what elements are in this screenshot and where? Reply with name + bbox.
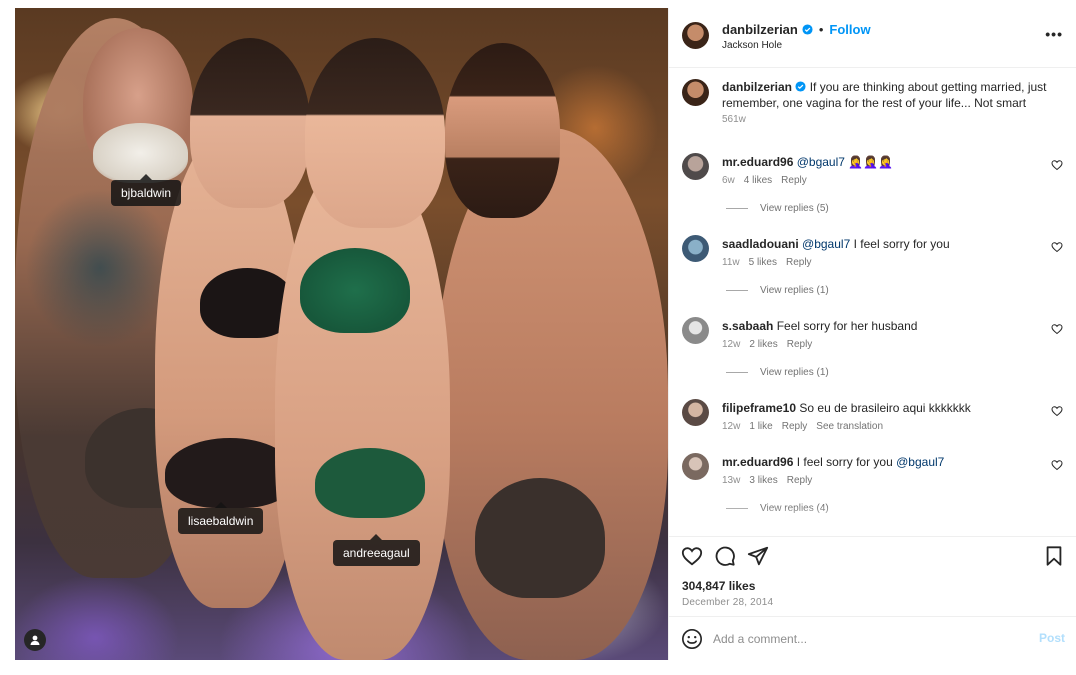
like-heart-icon[interactable]	[1051, 459, 1063, 471]
replies-divider	[726, 372, 748, 373]
person-icon	[30, 635, 40, 645]
like-heart-icon[interactable]	[1051, 159, 1063, 171]
photo-figure	[475, 478, 605, 598]
view-replies-button[interactable]: View replies (1)	[726, 285, 829, 296]
username-link[interactable]: filipeframe10	[722, 401, 796, 415]
photo-tattoo	[25, 188, 175, 348]
post-comment-button[interactable]: Post	[1039, 631, 1065, 645]
comment-emoji: 🤦‍♀️🤦‍♀️🤦‍♀️	[848, 155, 894, 169]
timestamp[interactable]: 12w	[722, 339, 740, 350]
comment-text: filipeframe10 So eu de brasileiro aqui k…	[722, 400, 1042, 416]
comment-bubble-icon[interactable]	[714, 545, 736, 567]
username-link[interactable]: mr.eduard96	[722, 455, 793, 469]
username-link[interactable]: danbilzerian	[722, 22, 798, 37]
tagged-users-icon[interactable]	[24, 629, 46, 651]
reply-button[interactable]: Reply	[786, 257, 812, 268]
username-link[interactable]: s.sabaah	[722, 319, 773, 333]
photo-figure	[305, 38, 445, 228]
likes-count[interactable]: 304,847 likes	[682, 579, 755, 593]
like-heart-icon[interactable]	[681, 545, 703, 567]
comments-feed[interactable]: danbilzerian If you are thinking about g…	[669, 69, 1076, 536]
user-tag[interactable]: andreeagaul	[333, 540, 420, 566]
header-user-line: danbilzerian • Follow	[722, 22, 871, 37]
username-link[interactable]: saadladouani	[722, 237, 799, 251]
reply-button[interactable]: Reply	[781, 175, 807, 186]
separator-dot: •	[818, 22, 824, 37]
post-header: danbilzerian • Follow Jackson Hole •••	[669, 8, 1076, 68]
comment-body: I feel sorry for you	[853, 237, 950, 251]
comment-body: So eu de brasileiro aqui kkkkkkk	[799, 401, 971, 415]
view-replies-button[interactable]: View replies (5)	[726, 203, 829, 214]
comment-text: mr.eduard96 @bgaul7 🤦‍♀️🤦‍♀️🤦‍♀️	[722, 154, 1042, 170]
timestamp[interactable]: 6w	[722, 175, 735, 186]
user-tag[interactable]: bjbaldwin	[111, 180, 182, 206]
view-replies-label: View replies (1)	[760, 285, 829, 296]
emoji-icon[interactable]	[681, 628, 703, 650]
user-tag[interactable]: lisaebaldwin	[178, 508, 264, 534]
reply-button[interactable]: Reply	[782, 421, 808, 432]
mention-link[interactable]: @bgaul7	[896, 455, 944, 469]
avatar[interactable]	[682, 399, 709, 426]
caption-text: danbilzerian If you are thinking about g…	[722, 79, 1052, 111]
location-link[interactable]: Jackson Hole	[722, 40, 782, 51]
timestamp[interactable]: 11w	[722, 257, 740, 268]
more-options-icon[interactable]: •••	[1045, 26, 1063, 42]
comment-meta: 11w 5 likes Reply	[722, 257, 812, 268]
like-heart-icon[interactable]	[1051, 241, 1063, 253]
post-date[interactable]: December 28, 2014	[682, 597, 773, 608]
mention-link[interactable]: @bgaul7	[802, 237, 850, 251]
mention-link[interactable]: @bgaul7	[797, 155, 845, 169]
verified-badge-icon	[802, 24, 813, 35]
verified-badge-icon	[795, 81, 806, 92]
comment-composer: Post	[669, 616, 1076, 660]
likes-count[interactable]: 4 likes	[744, 175, 772, 186]
avatar[interactable]	[682, 22, 709, 49]
photo-figure	[445, 43, 560, 218]
timestamp[interactable]: 561w	[722, 114, 746, 125]
view-replies-label: View replies (5)	[760, 203, 829, 214]
photo-figure	[300, 248, 410, 333]
comment-text: mr.eduard96 I feel sorry for you @bgaul7	[722, 454, 1042, 470]
timestamp[interactable]: 12w	[722, 421, 740, 432]
timestamp[interactable]: 13w	[722, 475, 740, 486]
comment-input[interactable]	[713, 629, 1013, 649]
likes-count[interactable]: 1 like	[749, 421, 772, 432]
reply-button[interactable]: Reply	[787, 475, 813, 486]
post-photo[interactable]: bjbaldwin lisaebaldwin andreeagaul	[15, 8, 668, 660]
avatar[interactable]	[682, 453, 709, 480]
comment-meta: 12w 1 like Reply See translation	[722, 421, 883, 432]
avatar[interactable]	[682, 317, 709, 344]
comment-text: s.sabaah Feel sorry for her husband	[722, 318, 1042, 334]
post-actions: 304,847 likes December 28, 2014	[669, 536, 1076, 616]
likes-count[interactable]: 5 likes	[749, 257, 777, 268]
replies-divider	[726, 208, 748, 209]
view-replies-button[interactable]: View replies (1)	[726, 367, 829, 378]
see-translation-button[interactable]: See translation	[816, 421, 883, 432]
comment-text: saadladouani @bgaul7 I feel sorry for yo…	[722, 236, 1042, 252]
photo-figure	[190, 38, 310, 208]
follow-button[interactable]: Follow	[829, 22, 870, 37]
reply-button[interactable]: Reply	[787, 339, 813, 350]
post-side-panel: danbilzerian • Follow Jackson Hole ••• d…	[668, 8, 1076, 660]
likes-count[interactable]: 2 likes	[749, 339, 777, 350]
avatar[interactable]	[682, 153, 709, 180]
username-link[interactable]: danbilzerian	[722, 80, 792, 94]
view-replies-label: View replies (1)	[760, 367, 829, 378]
like-heart-icon[interactable]	[1051, 405, 1063, 417]
photo-figure	[315, 448, 425, 518]
comment-meta: 6w 4 likes Reply	[722, 175, 807, 186]
comment-meta: 12w 2 likes Reply	[722, 339, 812, 350]
share-paper-plane-icon[interactable]	[747, 545, 769, 567]
avatar[interactable]	[682, 235, 709, 262]
comment-body: Feel sorry for her husband	[776, 319, 918, 333]
comment-body: I feel sorry for you	[796, 455, 893, 469]
comment-meta: 13w 3 likes Reply	[722, 475, 812, 486]
replies-divider	[726, 290, 748, 291]
avatar[interactable]	[682, 79, 709, 106]
bookmark-icon[interactable]	[1043, 545, 1065, 567]
likes-count[interactable]: 3 likes	[749, 475, 777, 486]
scroll-fade	[669, 506, 1076, 536]
username-link[interactable]: mr.eduard96	[722, 155, 793, 169]
like-heart-icon[interactable]	[1051, 323, 1063, 335]
